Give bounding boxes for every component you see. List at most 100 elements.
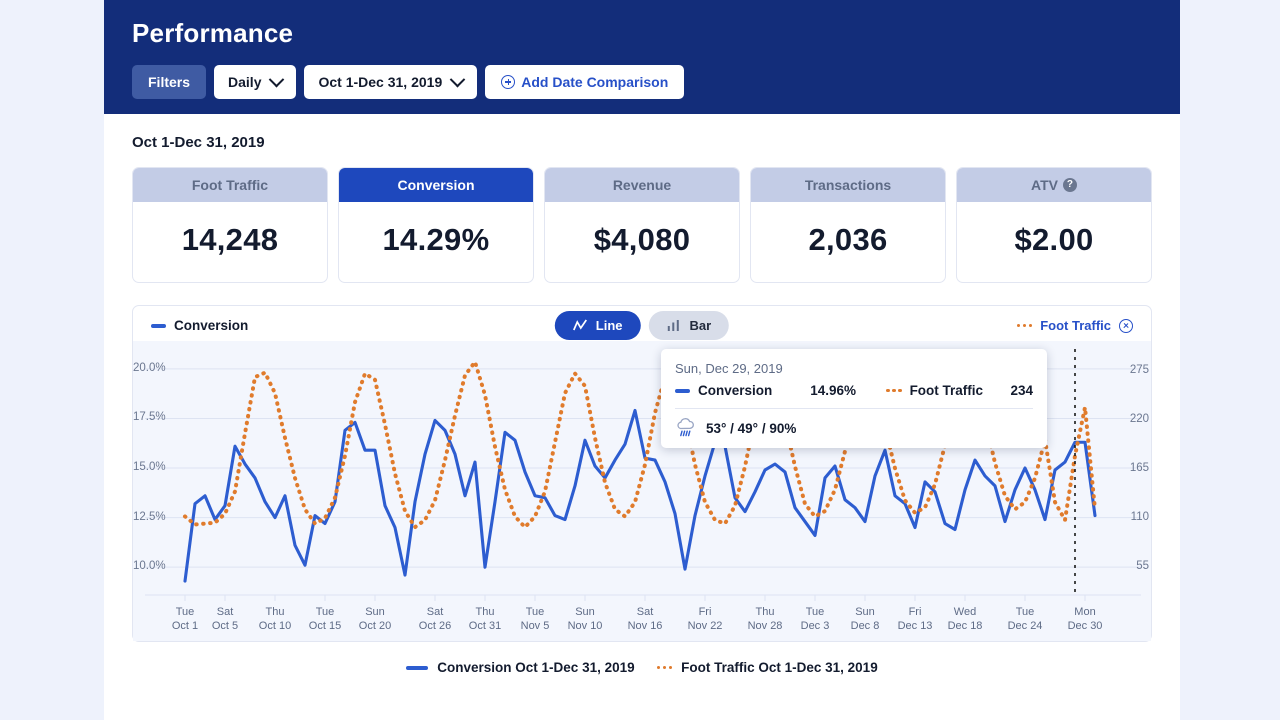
legend-label: Foot Traffic Oct 1-Dec 31, 2019 bbox=[681, 660, 878, 675]
bar-chart-icon bbox=[667, 319, 682, 332]
tooltip-series1-value: 14.96% bbox=[810, 383, 856, 398]
x-tick-date: Dec 18 bbox=[948, 619, 983, 633]
right-axis-tick: 110 bbox=[1131, 511, 1149, 523]
tooltip-series2-label: Foot Traffic bbox=[910, 383, 984, 398]
x-tick-date: Oct 1 bbox=[172, 619, 198, 633]
x-tick-date: Oct 31 bbox=[469, 619, 501, 633]
date-range-dropdown[interactable]: Oct 1-Dec 31, 2019 bbox=[304, 65, 477, 99]
kpi-card-transactions[interactable]: Transactions 2,036 bbox=[750, 167, 946, 283]
line-swatch-icon bbox=[406, 666, 428, 670]
kpi-label: Conversion bbox=[397, 177, 474, 193]
left-axis-tick: 10.0% bbox=[133, 560, 166, 572]
line-swatch-icon bbox=[675, 389, 690, 393]
kpi-card-conversion[interactable]: Conversion14.29% bbox=[338, 167, 534, 283]
kpi-value: 14,248 bbox=[133, 202, 327, 282]
page-header: Performance Filters Daily Oct 1-Dec 31, … bbox=[104, 0, 1180, 114]
x-axis-tick: TueNov 5 bbox=[521, 605, 550, 633]
kpi-value: $4,080 bbox=[545, 202, 739, 282]
left-axis-tick: 17.5% bbox=[133, 411, 166, 423]
x-tick-date: Oct 10 bbox=[259, 619, 291, 633]
x-tick-dow: Thu bbox=[259, 605, 291, 619]
chart-type-toggle: Line Bar bbox=[555, 311, 729, 340]
x-axis-tick: ThuNov 28 bbox=[748, 605, 783, 633]
x-tick-dow: Sun bbox=[359, 605, 391, 619]
kpi-card-header: Foot Traffic bbox=[133, 168, 327, 202]
right-axis-tick: 55 bbox=[1136, 560, 1149, 572]
foot-traffic-series-chip[interactable]: Foot Traffic bbox=[1017, 318, 1133, 333]
kpi-label: Transactions bbox=[805, 177, 891, 193]
rain-cloud-icon bbox=[675, 418, 697, 438]
granularity-label: Daily bbox=[228, 74, 261, 90]
x-tick-dow: Sun bbox=[851, 605, 880, 619]
add-date-comparison-label: Add Date Comparison bbox=[521, 74, 668, 90]
kpi-card-foot-traffic[interactable]: Foot Traffic14,248 bbox=[132, 167, 328, 283]
x-axis-tick: TueOct 15 bbox=[309, 605, 341, 633]
tooltip-divider bbox=[675, 408, 1033, 409]
x-axis-tick: ThuOct 31 bbox=[469, 605, 501, 633]
x-axis: TueOct 1SatOct 5ThuOct 10TueOct 15SunOct… bbox=[133, 587, 1151, 641]
x-tick-date: Dec 24 bbox=[1008, 619, 1043, 633]
active-series-tag: Conversion bbox=[151, 318, 248, 333]
x-axis-tick: WedDec 18 bbox=[948, 605, 983, 633]
chart-tooltip: Sun, Dec 29, 2019 Conversion 14.96% Foot… bbox=[661, 349, 1047, 448]
legend-item[interactable]: Foot Traffic Oct 1-Dec 31, 2019 bbox=[657, 660, 878, 675]
chart-plot-area[interactable]: 10.0%12.5%15.0%17.5%20.0% 55110165220275… bbox=[133, 341, 1151, 641]
x-axis-tick: FriDec 13 bbox=[898, 605, 933, 633]
x-tick-date: Nov 16 bbox=[628, 619, 663, 633]
kpi-card-header: Conversion bbox=[339, 168, 533, 202]
left-axis-tick: 20.0% bbox=[133, 362, 166, 374]
tooltip-weather-row: 53° / 49° / 90% bbox=[675, 418, 1033, 438]
legend-item[interactable]: Conversion Oct 1-Dec 31, 2019 bbox=[406, 660, 634, 675]
x-tick-date: Dec 8 bbox=[851, 619, 880, 633]
kpi-card-header: Revenue bbox=[545, 168, 739, 202]
line-chart-icon bbox=[573, 319, 588, 332]
kpi-card-atv[interactable]: ATV? $2.00 bbox=[956, 167, 1152, 283]
tooltip-weather-text: 53° / 49° / 90% bbox=[706, 421, 796, 436]
x-axis-tick: SunDec 8 bbox=[851, 605, 880, 633]
page-title: Performance bbox=[132, 18, 1152, 49]
kpi-value: 2,036 bbox=[751, 202, 945, 282]
x-tick-dow: Wed bbox=[948, 605, 983, 619]
chart-panel: Conversion Line bbox=[132, 305, 1152, 642]
bar-chart-toggle[interactable]: Bar bbox=[649, 311, 730, 340]
tooltip-date: Sun, Dec 29, 2019 bbox=[675, 361, 1033, 376]
left-axis-tick: 15.0% bbox=[133, 461, 166, 473]
line-toggle-label: Line bbox=[596, 318, 623, 333]
add-date-comparison-button[interactable]: Add Date Comparison bbox=[485, 65, 684, 99]
x-tick-date: Nov 10 bbox=[568, 619, 603, 633]
x-tick-date: Dec 3 bbox=[801, 619, 830, 633]
line-chart-toggle[interactable]: Line bbox=[555, 311, 641, 340]
kpi-value: $2.00 bbox=[957, 202, 1151, 282]
x-tick-dow: Sat bbox=[419, 605, 451, 619]
dots-swatch-icon bbox=[657, 666, 673, 670]
kpi-card-revenue[interactable]: Revenue$4,080 bbox=[544, 167, 740, 283]
x-tick-dow: Sun bbox=[568, 605, 603, 619]
x-axis-tick: MonDec 30 bbox=[1068, 605, 1103, 633]
app-root: Performance Filters Daily Oct 1-Dec 31, … bbox=[0, 0, 1280, 720]
dots-swatch-icon bbox=[1017, 324, 1033, 328]
tooltip-series1-label: Conversion bbox=[698, 383, 772, 398]
chart-legend: Conversion Oct 1-Dec 31, 2019 Foot Traffi… bbox=[132, 642, 1152, 675]
range-label: Oct 1-Dec 31, 2019 bbox=[132, 134, 1152, 151]
plus-circle-icon bbox=[501, 75, 515, 89]
left-axis-tick: 12.5% bbox=[133, 511, 166, 523]
x-tick-dow: Thu bbox=[469, 605, 501, 619]
x-tick-date: Nov 5 bbox=[521, 619, 550, 633]
x-axis-tick: TueDec 24 bbox=[1008, 605, 1043, 633]
granularity-dropdown[interactable]: Daily bbox=[214, 65, 296, 99]
x-tick-date: Nov 28 bbox=[748, 619, 783, 633]
kpi-label: ATV bbox=[1031, 177, 1058, 193]
active-series-label: Conversion bbox=[174, 318, 248, 333]
header-toolbar: Filters Daily Oct 1-Dec 31, 2019 Add Dat… bbox=[132, 65, 1152, 99]
kpi-card-list: Foot Traffic14,248Conversion14.29%Revenu… bbox=[132, 167, 1152, 283]
x-tick-date: Dec 30 bbox=[1068, 619, 1103, 633]
x-tick-dow: Fri bbox=[688, 605, 723, 619]
x-tick-dow: Tue bbox=[172, 605, 198, 619]
help-icon[interactable]: ? bbox=[1063, 178, 1077, 192]
x-tick-dow: Fri bbox=[898, 605, 933, 619]
right-axis-tick: 275 bbox=[1130, 364, 1149, 376]
page-body: Oct 1-Dec 31, 2019 Foot Traffic14,248Con… bbox=[104, 114, 1180, 675]
remove-series-close-icon[interactable] bbox=[1119, 319, 1133, 333]
filters-button[interactable]: Filters bbox=[132, 65, 206, 99]
x-axis-tick: ThuOct 10 bbox=[259, 605, 291, 633]
